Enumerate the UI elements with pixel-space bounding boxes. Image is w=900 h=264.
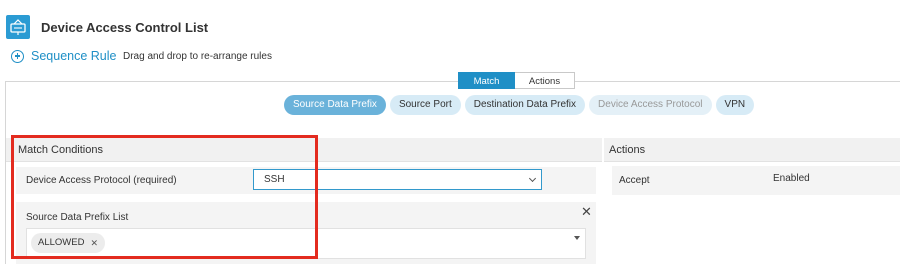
match-actions-tabs: Match Actions	[458, 72, 575, 89]
device-access-protocol-value: SSH	[264, 174, 285, 185]
action-row-accept: Accept Enabled	[612, 166, 900, 195]
network-device-icon	[6, 15, 30, 39]
actions-title: Actions	[609, 144, 646, 156]
pill-source-data-prefix[interactable]: Source Data Prefix	[284, 95, 386, 115]
actions-header: Actions	[604, 138, 900, 162]
device-access-protocol-label: Device Access Protocol (required)	[26, 175, 177, 186]
source-data-prefix-list-select[interactable]: ALLOWED ✕	[26, 228, 586, 259]
match-type-pills: Source Data Prefix Source Port Destinati…	[284, 95, 755, 115]
chevron-down-icon	[528, 174, 537, 183]
device-access-protocol-select[interactable]: SSH	[253, 169, 542, 190]
pill-device-access-protocol: Device Access Protocol	[589, 95, 712, 115]
tab-match[interactable]: Match	[458, 72, 515, 89]
dropdown-caret-icon[interactable]	[574, 236, 580, 240]
add-sequence-rule-button[interactable]: Sequence Rule	[11, 49, 116, 63]
tab-actions[interactable]: Actions	[515, 72, 575, 89]
close-icon[interactable]: ✕	[581, 205, 592, 218]
match-conditions-title: Match Conditions	[18, 144, 103, 156]
drag-hint-text: Drag and drop to re-arrange rules	[123, 51, 272, 62]
remove-tag-icon[interactable]: ✕	[90, 233, 98, 253]
device-access-protocol-row: Device Access Protocol (required) SSH	[16, 167, 596, 194]
prefix-tag-label: ALLOWED	[38, 237, 85, 248]
prefix-tag: ALLOWED ✕	[31, 233, 106, 253]
match-conditions-header: Match Conditions	[6, 138, 602, 162]
sequence-rule-label: Sequence Rule	[31, 49, 117, 63]
accept-label: Accept	[619, 175, 650, 186]
plus-circle-icon	[11, 49, 24, 63]
page-title: Device Access Control List	[41, 20, 209, 35]
page-header: Device Access Control List Sequence Rule…	[0, 0, 900, 70]
accept-value: Enabled	[773, 173, 810, 184]
pill-destination-data-prefix[interactable]: Destination Data Prefix	[464, 95, 586, 115]
source-data-prefix-list-label: Source Data Prefix List	[26, 212, 129, 223]
source-data-prefix-list-block: Source Data Prefix List ✕ ALLOWED ✕	[16, 202, 596, 264]
pill-vpn[interactable]: VPN	[715, 95, 755, 115]
pill-source-port[interactable]: Source Port	[389, 95, 461, 115]
